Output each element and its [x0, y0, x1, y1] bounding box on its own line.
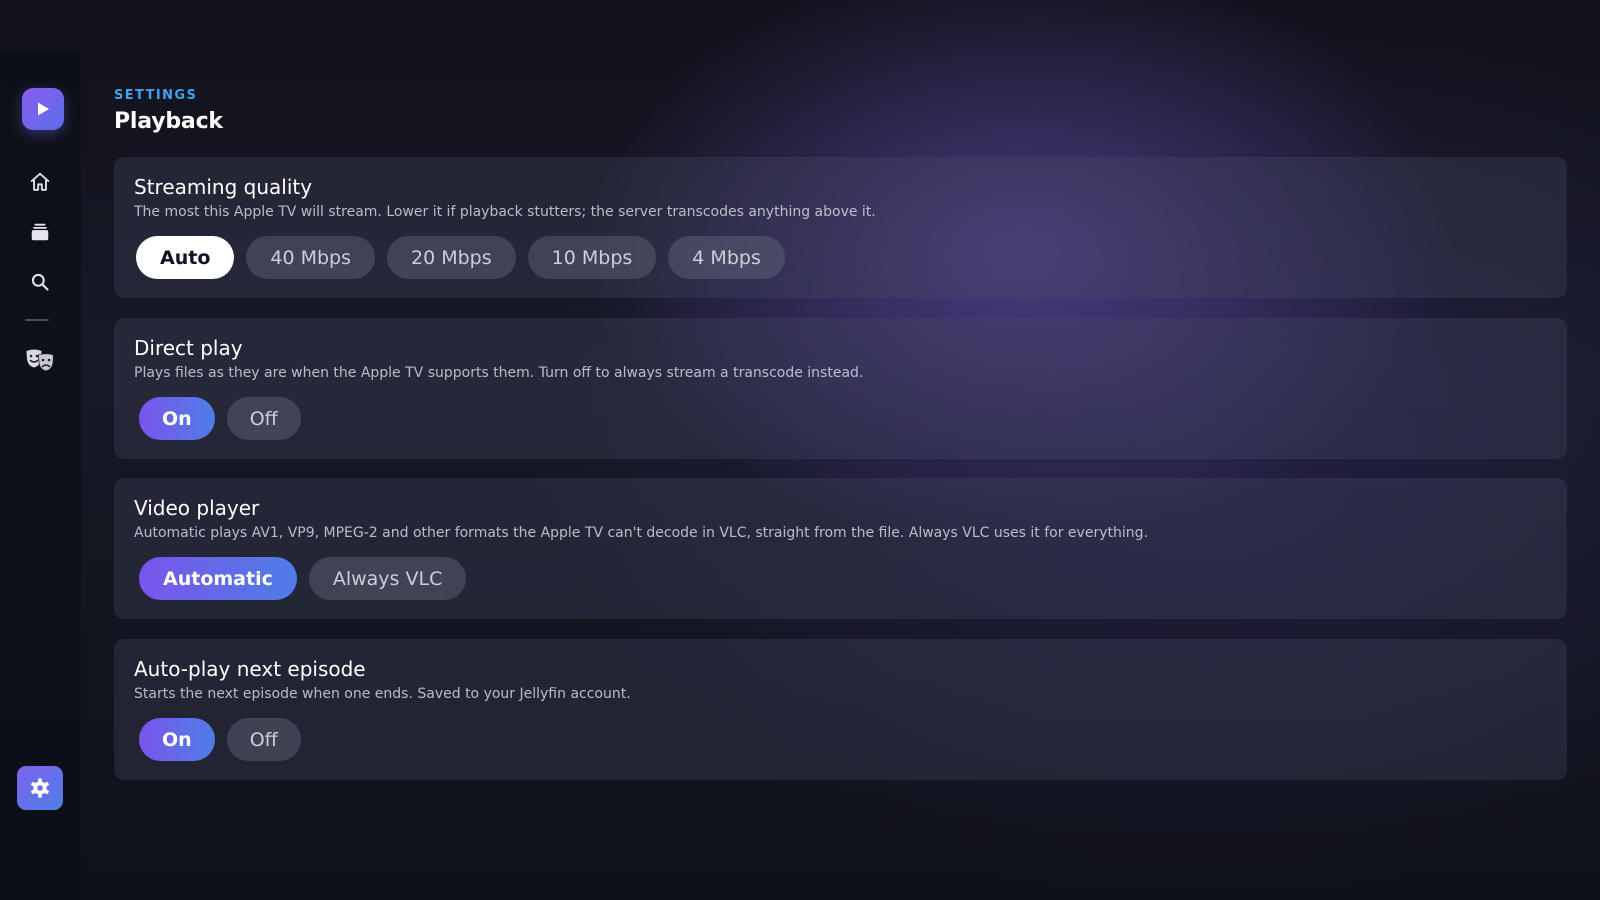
- option-40-mbps[interactable]: 40 Mbps: [246, 236, 376, 279]
- search-icon: [31, 273, 49, 291]
- option-auto[interactable]: Auto: [136, 236, 235, 279]
- option-20-mbps[interactable]: 20 Mbps: [387, 236, 516, 279]
- breadcrumb: SETTINGS: [114, 88, 198, 103]
- nav-divider: [25, 319, 49, 321]
- option-4-mbps[interactable]: 4 Mbps: [668, 236, 785, 279]
- option-group: Auto 40 Mbps 20 Mbps 10 Mbps 4 Mbps: [136, 236, 785, 279]
- option-always-vlc[interactable]: Always VLC: [308, 557, 467, 600]
- sidebar-item-settings[interactable]: [17, 766, 63, 810]
- section-streaming-quality: Streaming quality The most this Apple TV…: [114, 157, 1567, 298]
- section-description: Plays files as they are when the Apple T…: [134, 365, 864, 381]
- section-auto-play-next-episode: Auto-play next episode Starts the next e…: [114, 639, 1567, 780]
- sidebar-item-theater[interactable]: [24, 344, 56, 376]
- section-description: The most this Apple TV will stream. Lowe…: [134, 204, 876, 220]
- section-description: Starts the next episode when one ends. S…: [134, 686, 631, 702]
- option-group: On Off: [139, 718, 301, 761]
- section-title: Direct play: [134, 336, 243, 360]
- home-icon: [30, 172, 50, 191]
- section-title: Auto-play next episode: [134, 657, 366, 681]
- library-icon: [31, 223, 49, 241]
- gear-icon: [31, 778, 49, 798]
- option-group: On Off: [139, 397, 301, 440]
- section-title: Video player: [134, 496, 260, 520]
- section-title: Streaming quality: [134, 175, 313, 199]
- page-header: SETTINGS Playback: [114, 88, 223, 134]
- option-on[interactable]: On: [139, 718, 215, 761]
- option-10-mbps[interactable]: 10 Mbps: [527, 236, 657, 279]
- theater-masks-icon: [26, 349, 54, 372]
- section-video-player: Video player Automatic plays AV1, VP9, M…: [114, 478, 1567, 619]
- option-automatic[interactable]: Automatic: [139, 557, 297, 600]
- option-off[interactable]: Off: [226, 718, 301, 761]
- sidebar-item-home[interactable]: [24, 166, 56, 198]
- sidebar: [0, 50, 81, 900]
- option-group: Automatic Always VLC: [139, 557, 467, 600]
- option-on[interactable]: On: [139, 397, 215, 440]
- sidebar-item-search[interactable]: [24, 266, 56, 298]
- play-icon: [38, 102, 49, 116]
- section-description: Automatic plays AV1, VP9, MPEG-2 and oth…: [134, 525, 1148, 541]
- sidebar-item-library[interactable]: [24, 216, 56, 248]
- page-title: Playback: [114, 109, 223, 134]
- section-direct-play: Direct play Plays files as they are when…: [114, 318, 1567, 459]
- app-logo[interactable]: [22, 88, 64, 130]
- option-off[interactable]: Off: [226, 397, 301, 440]
